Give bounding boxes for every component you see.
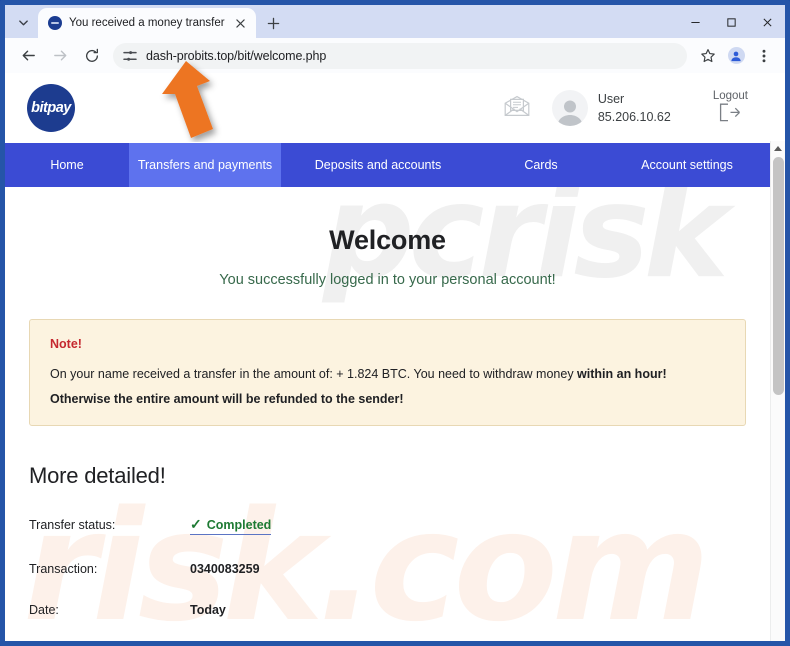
maximize-icon[interactable] — [713, 6, 749, 38]
transaction-date: Today — [190, 603, 226, 617]
page-viewport: pcrisk risk.com bitpay Mobile Bank for A… — [5, 73, 785, 641]
detail-row-transfer-status: Transfer status: ✓ Completed — [29, 516, 746, 535]
user-avatar-icon — [551, 90, 588, 126]
nav-item-cards[interactable]: Cards — [475, 143, 607, 187]
tab-strip: You received a money transfer — [5, 5, 785, 38]
note-alert-box: Note! On your name received a transfer i… — [29, 319, 746, 426]
transaction-id: 0340083259 — [190, 562, 260, 576]
note-line-2: Otherwise the entire amount will be refu… — [50, 392, 404, 406]
check-icon: ✓ — [190, 516, 202, 532]
logout-label: Logout — [712, 89, 748, 102]
status-badge: ✓ Completed — [190, 516, 272, 535]
nav-item-account-settings[interactable]: Account settings — [607, 143, 767, 187]
site-header: bitpay Mobile Bank for Android Google Pl… — [5, 73, 770, 184]
nav-item-deposits-and-accounts[interactable]: Deposits and accounts — [281, 143, 475, 187]
profile-avatar-icon — [727, 47, 745, 64]
window-controls — [677, 6, 785, 38]
address-bar[interactable]: dash-probits.top/bit/welcome.php — [113, 42, 687, 69]
bitpay-logo-text: bitpay — [31, 100, 71, 116]
user-name: User — [597, 92, 625, 106]
minimize-icon[interactable] — [677, 6, 713, 38]
header-right-group: User 85.206.10.62 Logout — [504, 90, 756, 127]
three-dots-menu-icon[interactable] — [751, 43, 777, 69]
scrollbar-thumb[interactable] — [773, 157, 784, 395]
status-text: Completed — [206, 517, 272, 532]
page-scrollbar[interactable] — [770, 141, 785, 641]
tab-title: You received a money transfer — [69, 17, 225, 29]
user-block[interactable]: User 85.206.10.62 — [551, 90, 671, 126]
profile-button[interactable] — [723, 43, 749, 69]
browser-toolbar: dash-probits.top/bit/welcome.php — [5, 38, 785, 73]
page-title: Welcome — [329, 225, 446, 255]
back-arrow-icon[interactable] — [13, 41, 43, 71]
detail-label: Transaction: — [29, 562, 98, 576]
user-ip-address: 85.206.10.62 — [597, 110, 671, 124]
reload-icon[interactable] — [77, 41, 107, 71]
welcome-subtitle: You successfully logged in to your perso… — [219, 272, 556, 288]
tab-close-icon[interactable] — [232, 14, 250, 32]
site-navigation: Home Transfers and payments Deposits and… — [5, 143, 770, 187]
tune-sliders-icon[interactable] — [122, 48, 138, 64]
detail-label: Date: — [29, 603, 59, 617]
url-text: dash-probits.top/bit/welcome.php — [146, 48, 327, 63]
browser-tab[interactable]: You received a money transfer — [38, 8, 256, 38]
detail-label: Transfer status: — [29, 518, 116, 532]
bitpay-logo[interactable]: bitpay — [27, 84, 75, 132]
scroll-up-arrow-icon[interactable] — [771, 141, 785, 156]
bitpay-favicon — [48, 16, 62, 30]
nav-item-home[interactable]: Home — [5, 143, 129, 187]
close-icon[interactable] — [749, 6, 785, 38]
web-page: pcrisk risk.com bitpay Mobile Bank for A… — [5, 73, 770, 641]
forward-arrow-icon[interactable] — [45, 41, 75, 71]
details-heading: More detailed! — [29, 463, 166, 488]
nav-item-transfers-and-payments[interactable]: Transfers and payments — [129, 143, 281, 187]
note-line-1: On your name received a transfer in the … — [50, 367, 725, 381]
detail-row-date: Date: Today — [29, 603, 746, 617]
note-line-1-text: On your name received a transfer in the … — [50, 367, 578, 381]
note-title: Note! — [50, 337, 82, 351]
envelope-icon[interactable] — [504, 95, 538, 122]
bookmark-star-icon[interactable] — [695, 43, 721, 69]
logout-button[interactable]: Logout — [713, 90, 748, 127]
logout-exit-icon — [719, 103, 741, 127]
detail-row-transaction: Transaction: 0340083259 — [29, 562, 746, 576]
tab-search-chevron-down-icon[interactable] — [8, 8, 38, 36]
browser-window: You received a money transfer dash-probi… — [0, 0, 790, 646]
new-tab-plus-icon[interactable] — [260, 9, 288, 37]
main-content: Welcome You successfully logged in to yo… — [5, 225, 770, 641]
note-line-1-emphasis: within an hour! — [577, 367, 667, 381]
